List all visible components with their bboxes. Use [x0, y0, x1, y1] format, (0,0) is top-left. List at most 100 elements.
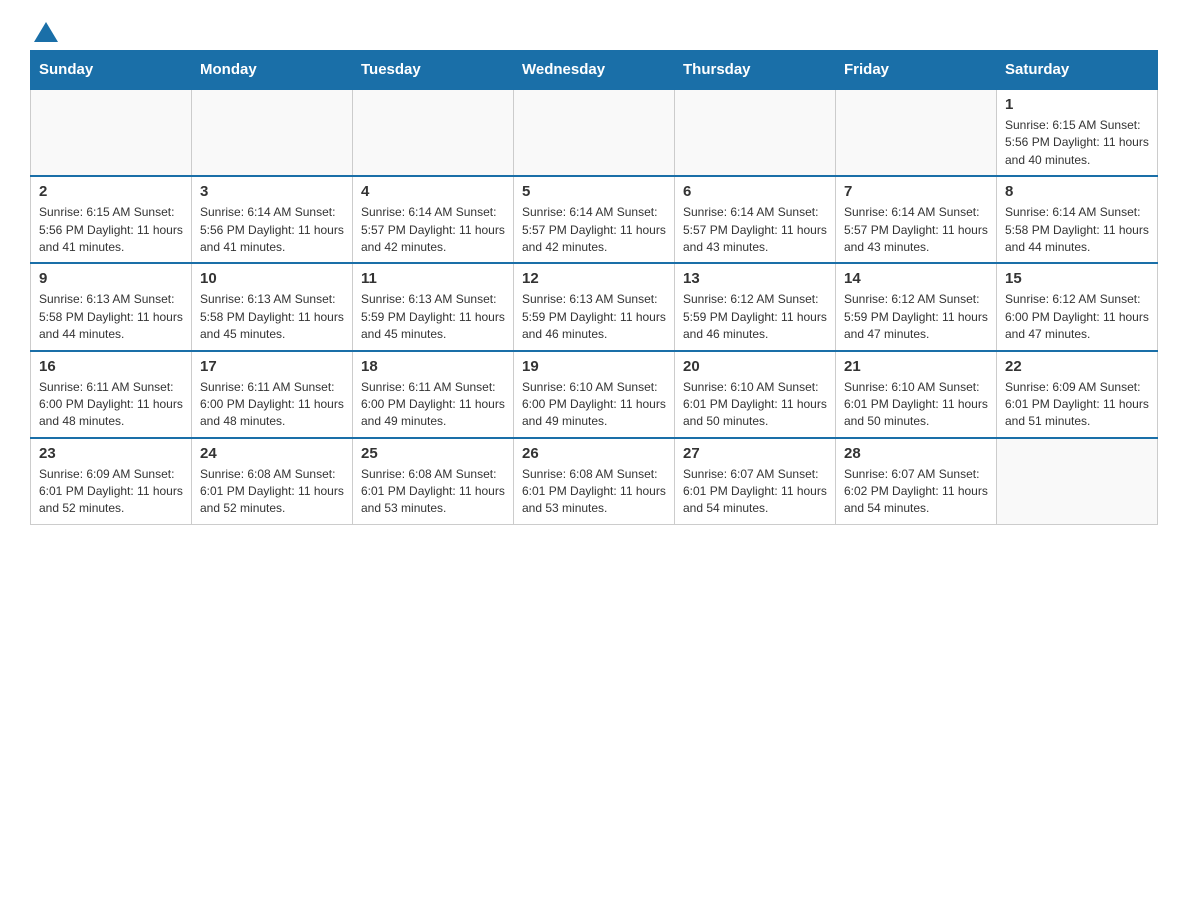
- day-info: Sunrise: 6:14 AM Sunset: 5:56 PM Dayligh…: [200, 204, 344, 256]
- calendar-cell: 5 Sunrise: 6:14 AM Sunset: 5:57 PM Daylig…: [514, 176, 675, 263]
- calendar-cell: 19 Sunrise: 6:10 AM Sunset: 6:00 PM Dayli…: [514, 351, 675, 438]
- calendar-cell: 23 Sunrise: 6:09 AM Sunset: 6:01 PM Dayli…: [31, 438, 192, 525]
- calendar-cell: 1 Sunrise: 6:15 AM Sunset: 5:56 PM Daylig…: [997, 89, 1158, 176]
- days-of-week-row: SundayMondayTuesdayWednesdayThursdayFrid…: [31, 51, 1158, 90]
- logo: [30, 20, 58, 40]
- logo-triangle-icon: [34, 22, 58, 42]
- day-info: Sunrise: 6:12 AM Sunset: 6:00 PM Dayligh…: [1005, 291, 1149, 343]
- day-number: 14: [844, 270, 988, 287]
- calendar-week-row: 23 Sunrise: 6:09 AM Sunset: 6:01 PM Dayli…: [31, 438, 1158, 525]
- calendar-cell: [353, 89, 514, 176]
- calendar-cell: [836, 89, 997, 176]
- day-number: 8: [1005, 183, 1149, 200]
- calendar-cell: 9 Sunrise: 6:13 AM Sunset: 5:58 PM Daylig…: [31, 263, 192, 350]
- calendar-cell: 12Sunrise: 6:13 AM Sunset: 5:59 PM Dayli…: [514, 263, 675, 350]
- calendar-week-row: 16 Sunrise: 6:11 AM Sunset: 6:00 PM Dayli…: [31, 351, 1158, 438]
- day-number: 27: [683, 445, 827, 462]
- calendar-week-row: 1 Sunrise: 6:15 AM Sunset: 5:56 PM Daylig…: [31, 89, 1158, 176]
- day-of-week-friday: Friday: [836, 51, 997, 90]
- day-number: 13: [683, 270, 827, 287]
- day-info: Sunrise: 6:14 AM Sunset: 5:57 PM Dayligh…: [683, 204, 827, 256]
- calendar-cell: 7Sunrise: 6:14 AM Sunset: 5:57 PM Daylig…: [836, 176, 997, 263]
- day-number: 22: [1005, 358, 1149, 375]
- calendar-cell: 17 Sunrise: 6:11 AM Sunset: 6:00 PM Dayli…: [192, 351, 353, 438]
- day-number: 10: [200, 270, 344, 287]
- day-number: 6: [683, 183, 827, 200]
- day-info: Sunrise: 6:11 AM Sunset: 6:00 PM Dayligh…: [361, 379, 505, 431]
- calendar-cell: [997, 438, 1158, 525]
- calendar-cell: 21Sunrise: 6:10 AM Sunset: 6:01 PM Dayli…: [836, 351, 997, 438]
- day-number: 20: [683, 358, 827, 375]
- day-number: 2: [39, 183, 183, 200]
- day-info: Sunrise: 6:09 AM Sunset: 6:01 PM Dayligh…: [39, 466, 183, 518]
- calendar-cell: [514, 89, 675, 176]
- calendar-cell: 15 Sunrise: 6:12 AM Sunset: 6:00 PM Dayli…: [997, 263, 1158, 350]
- day-number: 26: [522, 445, 666, 462]
- day-of-week-tuesday: Tuesday: [353, 51, 514, 90]
- calendar-body: 1 Sunrise: 6:15 AM Sunset: 5:56 PM Daylig…: [31, 89, 1158, 524]
- calendar-cell: 8 Sunrise: 6:14 AM Sunset: 5:58 PM Daylig…: [997, 176, 1158, 263]
- day-info: Sunrise: 6:13 AM Sunset: 5:59 PM Dayligh…: [361, 291, 505, 343]
- day-info: Sunrise: 6:08 AM Sunset: 6:01 PM Dayligh…: [200, 466, 344, 518]
- day-info: Sunrise: 6:14 AM Sunset: 5:57 PM Dayligh…: [522, 204, 666, 256]
- calendar-cell: [31, 89, 192, 176]
- calendar-week-row: 2Sunrise: 6:15 AM Sunset: 5:56 PM Daylig…: [31, 176, 1158, 263]
- calendar-cell: 13 Sunrise: 6:12 AM Sunset: 5:59 PM Dayli…: [675, 263, 836, 350]
- day-info: Sunrise: 6:08 AM Sunset: 6:01 PM Dayligh…: [522, 466, 666, 518]
- day-number: 28: [844, 445, 988, 462]
- day-info: Sunrise: 6:11 AM Sunset: 6:00 PM Dayligh…: [200, 379, 344, 431]
- day-of-week-wednesday: Wednesday: [514, 51, 675, 90]
- calendar-cell: 27 Sunrise: 6:07 AM Sunset: 6:01 PM Dayli…: [675, 438, 836, 525]
- day-info: Sunrise: 6:15 AM Sunset: 5:56 PM Dayligh…: [1005, 117, 1149, 169]
- day-number: 24: [200, 445, 344, 462]
- calendar-cell: 24 Sunrise: 6:08 AM Sunset: 6:01 PM Dayli…: [192, 438, 353, 525]
- day-number: 17: [200, 358, 344, 375]
- day-number: 18: [361, 358, 505, 375]
- calendar-cell: [675, 89, 836, 176]
- day-number: 5: [522, 183, 666, 200]
- calendar-cell: 2Sunrise: 6:15 AM Sunset: 5:56 PM Daylig…: [31, 176, 192, 263]
- calendar-cell: 14 Sunrise: 6:12 AM Sunset: 5:59 PM Dayli…: [836, 263, 997, 350]
- calendar-cell: 4 Sunrise: 6:14 AM Sunset: 5:57 PM Daylig…: [353, 176, 514, 263]
- day-of-week-monday: Monday: [192, 51, 353, 90]
- calendar-cell: 26 Sunrise: 6:08 AM Sunset: 6:01 PM Dayli…: [514, 438, 675, 525]
- day-of-week-saturday: Saturday: [997, 51, 1158, 90]
- day-info: Sunrise: 6:10 AM Sunset: 6:00 PM Dayligh…: [522, 379, 666, 431]
- day-info: Sunrise: 6:09 AM Sunset: 6:01 PM Dayligh…: [1005, 379, 1149, 431]
- day-number: 16: [39, 358, 183, 375]
- day-info: Sunrise: 6:07 AM Sunset: 6:02 PM Dayligh…: [844, 466, 988, 518]
- day-info: Sunrise: 6:14 AM Sunset: 5:57 PM Dayligh…: [844, 204, 988, 256]
- calendar-cell: 28 Sunrise: 6:07 AM Sunset: 6:02 PM Dayli…: [836, 438, 997, 525]
- day-number: 9: [39, 270, 183, 287]
- day-info: Sunrise: 6:14 AM Sunset: 5:57 PM Dayligh…: [361, 204, 505, 256]
- day-info: Sunrise: 6:07 AM Sunset: 6:01 PM Dayligh…: [683, 466, 827, 518]
- day-of-week-sunday: Sunday: [31, 51, 192, 90]
- calendar-cell: 3Sunrise: 6:14 AM Sunset: 5:56 PM Daylig…: [192, 176, 353, 263]
- calendar-cell: [192, 89, 353, 176]
- day-info: Sunrise: 6:12 AM Sunset: 5:59 PM Dayligh…: [844, 291, 988, 343]
- calendar-table: SundayMondayTuesdayWednesdayThursdayFrid…: [30, 50, 1158, 525]
- page-header: [30, 20, 1158, 40]
- day-number: 21: [844, 358, 988, 375]
- day-number: 15: [1005, 270, 1149, 287]
- calendar-cell: 20 Sunrise: 6:10 AM Sunset: 6:01 PM Dayli…: [675, 351, 836, 438]
- day-info: Sunrise: 6:13 AM Sunset: 5:58 PM Dayligh…: [39, 291, 183, 343]
- day-info: Sunrise: 6:11 AM Sunset: 6:00 PM Dayligh…: [39, 379, 183, 431]
- calendar-cell: 10Sunrise: 6:13 AM Sunset: 5:58 PM Dayli…: [192, 263, 353, 350]
- day-info: Sunrise: 6:08 AM Sunset: 6:01 PM Dayligh…: [361, 466, 505, 518]
- day-number: 4: [361, 183, 505, 200]
- calendar-cell: 6 Sunrise: 6:14 AM Sunset: 5:57 PM Daylig…: [675, 176, 836, 263]
- day-info: Sunrise: 6:14 AM Sunset: 5:58 PM Dayligh…: [1005, 204, 1149, 256]
- day-info: Sunrise: 6:12 AM Sunset: 5:59 PM Dayligh…: [683, 291, 827, 343]
- day-number: 1: [1005, 96, 1149, 113]
- day-number: 25: [361, 445, 505, 462]
- calendar-cell: 11Sunrise: 6:13 AM Sunset: 5:59 PM Dayli…: [353, 263, 514, 350]
- day-number: 12: [522, 270, 666, 287]
- calendar-cell: 25 Sunrise: 6:08 AM Sunset: 6:01 PM Dayli…: [353, 438, 514, 525]
- calendar-week-row: 9 Sunrise: 6:13 AM Sunset: 5:58 PM Daylig…: [31, 263, 1158, 350]
- day-info: Sunrise: 6:10 AM Sunset: 6:01 PM Dayligh…: [683, 379, 827, 431]
- day-number: 19: [522, 358, 666, 375]
- day-number: 23: [39, 445, 183, 462]
- day-of-week-thursday: Thursday: [675, 51, 836, 90]
- calendar-header: SundayMondayTuesdayWednesdayThursdayFrid…: [31, 51, 1158, 90]
